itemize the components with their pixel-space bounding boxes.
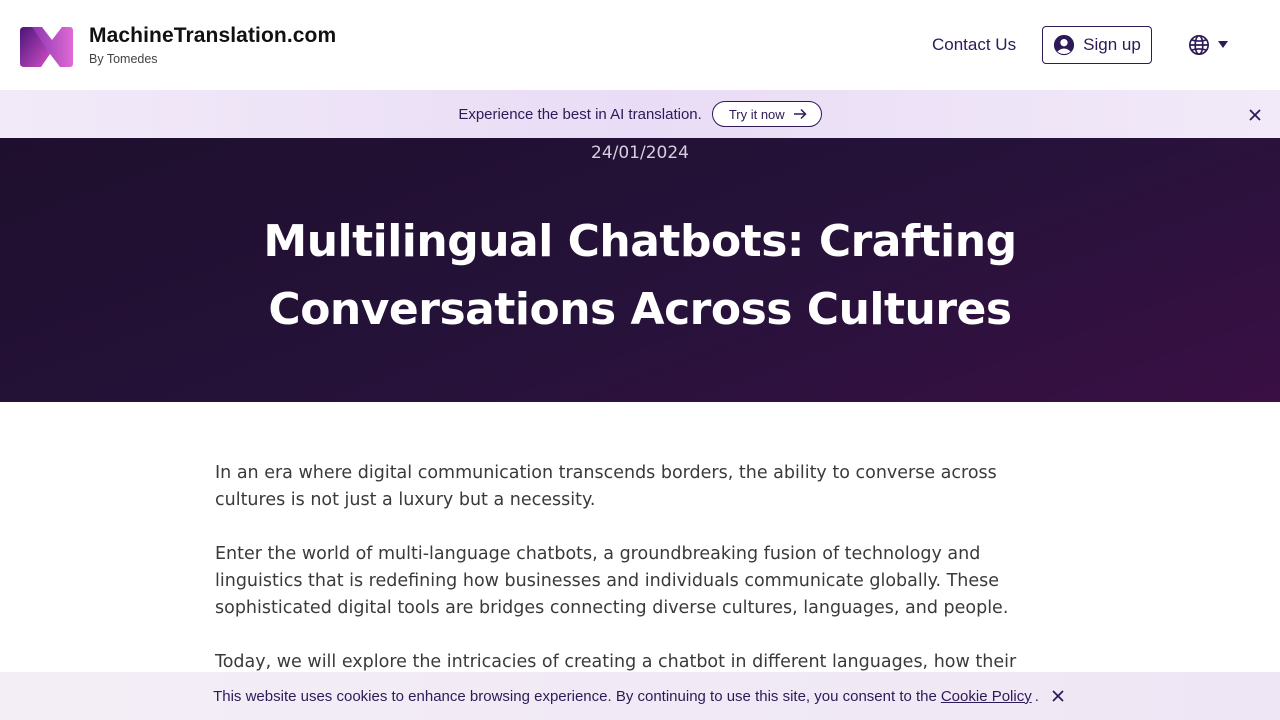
language-selector[interactable] [1188,32,1236,58]
contact-us-link[interactable]: Contact Us [932,34,1016,56]
article-title: Multilingual Chatbots: Crafting Conversa… [263,216,1017,335]
logo-text: MachineTranslation.com By Tomedes [89,24,336,68]
brand-logo-icon [20,26,73,67]
logo-title: MachineTranslation.com [89,24,337,47]
sign-up-label: Sign up [1083,35,1141,54]
site-header: MachineTranslation.com By Tomedes Contac… [0,0,1280,90]
article-paragraph: In an era where digital communication tr… [215,463,997,510]
cookie-consent-bar: This website uses cookies to enhance bro… [0,672,1280,720]
article-paragraph: Enter the world of multi-language chatbo… [215,544,1009,618]
close-icon [1052,690,1064,702]
globe-icon [1189,35,1209,55]
article-hero: 24/01/2024 Multilingual Chatbots: Crafti… [0,138,1280,402]
logo-link[interactable]: MachineTranslation.com By Tomedes [20,24,336,68]
publish-date: 24/01/2024 [591,143,689,163]
close-icon [1249,109,1261,121]
cookie-policy-link[interactable]: Cookie Policy [941,688,1032,705]
caret-down-icon [1218,41,1228,48]
cookie-close-button[interactable] [1049,687,1067,705]
sign-up-button[interactable]: Sign up [1042,26,1152,64]
arrow-right-icon [793,108,807,120]
promo-banner: Experience the best in AI translation. T… [0,90,1280,138]
cookie-suffix: . [1034,687,1039,705]
try-it-now-label: Try it now [728,106,785,122]
cookie-text: This website uses cookies to enhance bro… [213,687,937,705]
logo-subtitle: By Tomedes [89,52,158,66]
promo-close-button[interactable] [1246,106,1264,124]
user-circle-icon [1054,34,1075,56]
try-it-now-button[interactable]: Try it now [711,101,822,127]
promo-text: Experience the best in AI translation. [458,105,702,123]
article-body: In an era where digital communication tr… [215,460,1055,703]
